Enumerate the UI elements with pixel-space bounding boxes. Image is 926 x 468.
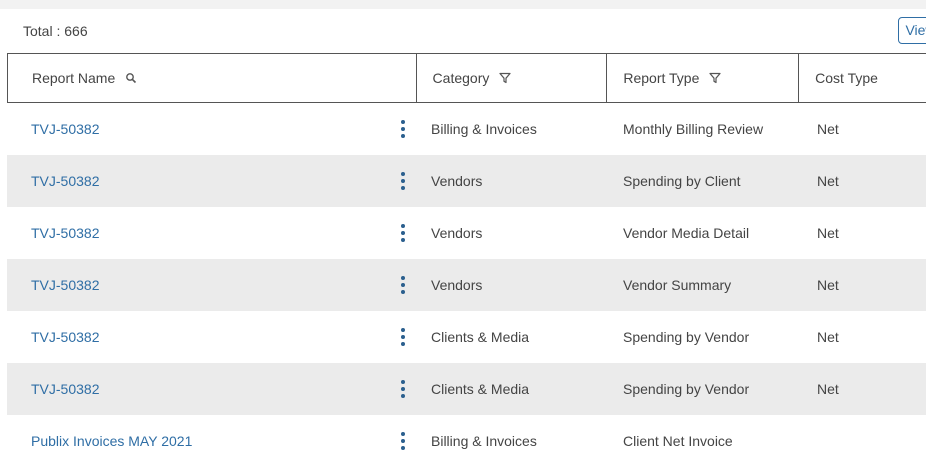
report-type-cell: Client Net Invoice: [623, 433, 733, 449]
report-name-cell: TVJ-50382: [7, 363, 416, 415]
report-name-cell: Publix Invoices MAY 2021: [7, 415, 416, 467]
total-count: Total : 666: [23, 23, 88, 39]
table-row: TVJ-50382 Clients & Media Spending by Ve…: [7, 311, 926, 363]
report-type-cell: Monthly Billing Review: [623, 121, 764, 137]
kebab-menu-icon[interactable]: [397, 432, 409, 450]
table-toolbar: Total : 666 View: [7, 9, 926, 53]
report-name-link[interactable]: TVJ-50382: [31, 173, 99, 189]
report-name-cell: TVJ-50382: [7, 311, 416, 363]
table-row: TVJ-50382 Vendors Spending by Client Net: [7, 155, 926, 207]
category-cell: Clients & Media: [431, 329, 530, 345]
filter-icon[interactable]: [499, 72, 511, 84]
column-header-cost-type[interactable]: Cost Type: [799, 54, 926, 102]
report-name-cell: TVJ-50382: [7, 259, 416, 311]
kebab-menu-icon[interactable]: [397, 224, 409, 242]
category-cell: Billing & Invoices: [431, 433, 537, 449]
report-type-cell: Vendor Media Detail: [623, 225, 750, 241]
table-row: TVJ-50382 Vendors Vendor Media Detail Ne…: [7, 207, 926, 259]
top-strip: [0, 0, 926, 9]
column-header-report-name[interactable]: Report Name: [8, 54, 417, 102]
cost-type-cell: Net: [817, 121, 839, 137]
report-name-link[interactable]: TVJ-50382: [31, 121, 99, 137]
report-type-cell: Spending by Client: [623, 173, 741, 189]
report-name-cell: TVJ-50382: [7, 103, 416, 155]
kebab-menu-icon[interactable]: [397, 380, 409, 398]
column-header-label: Report Name: [32, 70, 116, 86]
kebab-menu-icon[interactable]: [397, 328, 409, 346]
table-row: Publix Invoices MAY 2021 Billing & Invoi…: [7, 415, 926, 467]
cost-type-cell: Net: [817, 329, 839, 345]
report-type-cell: Spending by Vendor: [623, 381, 750, 397]
search-icon[interactable]: [125, 72, 137, 84]
report-name-link[interactable]: TVJ-50382: [31, 329, 99, 345]
cost-type-cell: Net: [817, 173, 839, 189]
column-header-category[interactable]: Category: [417, 54, 608, 102]
report-type-cell: Vendor Summary: [623, 277, 732, 293]
report-type-cell: Spending by Vendor: [623, 329, 750, 345]
report-name-cell: TVJ-50382: [7, 207, 416, 259]
report-name-link[interactable]: TVJ-50382: [31, 277, 99, 293]
cost-type-cell: Net: [817, 225, 839, 241]
category-cell: Billing & Invoices: [431, 121, 537, 137]
kebab-menu-icon[interactable]: [397, 276, 409, 294]
report-name-link[interactable]: Publix Invoices MAY 2021: [31, 433, 192, 449]
column-header-report-type[interactable]: Report Type: [607, 54, 800, 102]
column-header-label: Report Type: [623, 70, 700, 86]
column-header-label: Cost Type: [815, 70, 878, 86]
kebab-menu-icon[interactable]: [397, 120, 409, 138]
view-button[interactable]: View: [898, 17, 926, 44]
cost-type-cell: Net: [817, 277, 839, 293]
table-header: Report Name Category Report Type Cost Ty…: [7, 53, 926, 103]
column-header-label: Category: [432, 70, 490, 86]
category-cell: Vendors: [431, 173, 483, 189]
table-row: TVJ-50382 Billing & Invoices Monthly Bil…: [7, 103, 926, 155]
report-name-cell: TVJ-50382: [7, 155, 416, 207]
table-row: TVJ-50382 Vendors Vendor Summary Net: [7, 259, 926, 311]
reports-table: Report Name Category Report Type Cost Ty…: [7, 53, 926, 467]
filter-icon[interactable]: [709, 72, 721, 84]
cost-type-cell: Net: [817, 381, 839, 397]
kebab-menu-icon[interactable]: [397, 172, 409, 190]
report-name-link[interactable]: TVJ-50382: [31, 381, 99, 397]
table-row: TVJ-50382 Clients & Media Spending by Ve…: [7, 363, 926, 415]
report-name-link[interactable]: TVJ-50382: [31, 225, 99, 241]
category-cell: Vendors: [431, 277, 483, 293]
category-cell: Vendors: [431, 225, 483, 241]
category-cell: Clients & Media: [431, 381, 530, 397]
